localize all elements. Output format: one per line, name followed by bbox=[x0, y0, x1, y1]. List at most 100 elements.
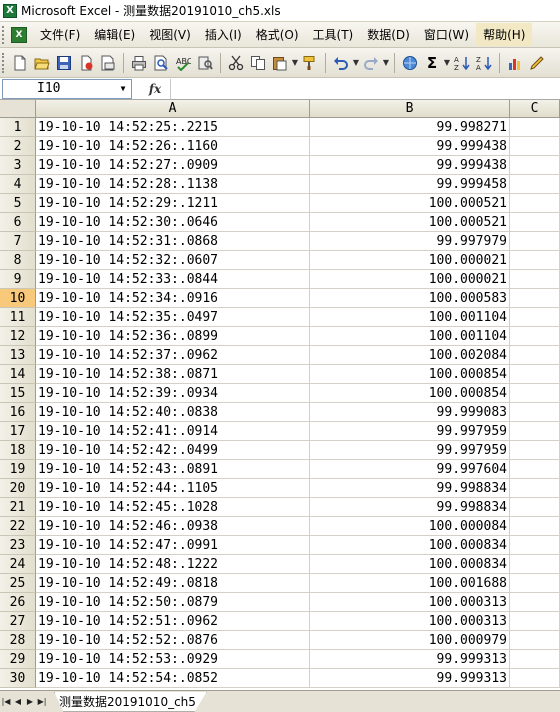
row-header[interactable]: 12 bbox=[0, 327, 36, 346]
cell-a[interactable]: 19-10-10 14:52:34:.0916 bbox=[36, 289, 310, 308]
cell-b[interactable]: 100.000854 bbox=[310, 384, 510, 403]
cell-c[interactable] bbox=[510, 384, 560, 403]
cell-b[interactable]: 99.999438 bbox=[310, 156, 510, 175]
cell-a[interactable]: 19-10-10 14:52:40:.0838 bbox=[36, 403, 310, 422]
cell-b[interactable]: 99.997959 bbox=[310, 422, 510, 441]
print-preview-icon[interactable] bbox=[151, 53, 171, 73]
row-header[interactable]: 23 bbox=[0, 536, 36, 555]
row-header[interactable]: 29 bbox=[0, 650, 36, 669]
new-icon[interactable] bbox=[10, 53, 30, 73]
cell-a[interactable]: 19-10-10 14:52:41:.0914 bbox=[36, 422, 310, 441]
cell-c[interactable] bbox=[510, 289, 560, 308]
menu-file[interactable]: 文件(F) bbox=[33, 23, 87, 46]
cell-b[interactable]: 100.000313 bbox=[310, 593, 510, 612]
row-header[interactable]: 15 bbox=[0, 384, 36, 403]
row-header[interactable]: 16 bbox=[0, 403, 36, 422]
row-header[interactable]: 24 bbox=[0, 555, 36, 574]
undo-icon[interactable] bbox=[331, 53, 351, 73]
row-header[interactable]: 14 bbox=[0, 365, 36, 384]
cell-c[interactable] bbox=[510, 460, 560, 479]
cell-b[interactable]: 100.002084 bbox=[310, 346, 510, 365]
cell-b[interactable]: 100.000583 bbox=[310, 289, 510, 308]
undo-dropdown-icon[interactable]: ▼ bbox=[352, 58, 360, 67]
cut-icon[interactable] bbox=[226, 53, 246, 73]
cell-a[interactable]: 19-10-10 14:52:33:.0844 bbox=[36, 270, 310, 289]
cell-b[interactable]: 100.000834 bbox=[310, 536, 510, 555]
cell-b[interactable]: 100.000313 bbox=[310, 612, 510, 631]
row-header[interactable]: 6 bbox=[0, 213, 36, 232]
cell-b[interactable]: 100.001104 bbox=[310, 308, 510, 327]
cell-a[interactable]: 19-10-10 14:52:45:.1028 bbox=[36, 498, 310, 517]
last-sheet-icon[interactable]: ▶| bbox=[36, 694, 48, 710]
cell-a[interactable]: 19-10-10 14:52:47:.0991 bbox=[36, 536, 310, 555]
cell-c[interactable] bbox=[510, 650, 560, 669]
print-icon[interactable] bbox=[129, 53, 149, 73]
row-header[interactable]: 2 bbox=[0, 137, 36, 156]
menu-view[interactable]: 视图(V) bbox=[142, 23, 198, 46]
cell-b[interactable]: 99.999438 bbox=[310, 137, 510, 156]
cell-b[interactable]: 100.000021 bbox=[310, 251, 510, 270]
insert-function-icon[interactable]: fx bbox=[140, 79, 170, 99]
cell-a[interactable]: 19-10-10 14:52:32:.0607 bbox=[36, 251, 310, 270]
menu-window[interactable]: 窗口(W) bbox=[417, 23, 476, 46]
cell-b[interactable]: 99.998271 bbox=[310, 118, 510, 137]
cell-b[interactable]: 99.999083 bbox=[310, 403, 510, 422]
row-header[interactable]: 8 bbox=[0, 251, 36, 270]
cell-a[interactable]: 19-10-10 14:52:44:.1105 bbox=[36, 479, 310, 498]
row-header[interactable]: 10 bbox=[0, 289, 36, 308]
cell-b[interactable]: 100.000084 bbox=[310, 517, 510, 536]
row-header[interactable]: 9 bbox=[0, 270, 36, 289]
cell-a[interactable]: 19-10-10 14:52:42:.0499 bbox=[36, 441, 310, 460]
cell-c[interactable] bbox=[510, 593, 560, 612]
cell-c[interactable] bbox=[510, 669, 560, 688]
cell-c[interactable] bbox=[510, 194, 560, 213]
paste-dropdown-icon[interactable]: ▼ bbox=[291, 58, 299, 67]
cell-b[interactable]: 100.000521 bbox=[310, 213, 510, 232]
cell-c[interactable] bbox=[510, 403, 560, 422]
menu-grip-icon[interactable] bbox=[2, 25, 8, 44]
cell-b[interactable]: 99.998834 bbox=[310, 498, 510, 517]
cell-c[interactable] bbox=[510, 270, 560, 289]
row-header[interactable]: 13 bbox=[0, 346, 36, 365]
save-icon[interactable] bbox=[54, 53, 74, 73]
cell-b[interactable]: 100.000854 bbox=[310, 365, 510, 384]
select-all-corner[interactable] bbox=[0, 100, 36, 118]
row-header[interactable]: 18 bbox=[0, 441, 36, 460]
cell-a[interactable]: 19-10-10 14:52:52:.0876 bbox=[36, 631, 310, 650]
cell-a[interactable]: 19-10-10 14:52:26:.1160 bbox=[36, 137, 310, 156]
cell-c[interactable] bbox=[510, 118, 560, 137]
cell-c[interactable] bbox=[510, 536, 560, 555]
menu-edit[interactable]: 编辑(E) bbox=[87, 23, 142, 46]
cell-c[interactable] bbox=[510, 346, 560, 365]
cell-c[interactable] bbox=[510, 631, 560, 650]
cell-c[interactable] bbox=[510, 612, 560, 631]
cell-c[interactable] bbox=[510, 156, 560, 175]
cell-a[interactable]: 19-10-10 14:52:35:.0497 bbox=[36, 308, 310, 327]
cell-c[interactable] bbox=[510, 175, 560, 194]
cell-b[interactable]: 99.998834 bbox=[310, 479, 510, 498]
cell-a[interactable]: 19-10-10 14:52:29:.1211 bbox=[36, 194, 310, 213]
row-header[interactable]: 27 bbox=[0, 612, 36, 631]
autosum-icon[interactable]: Σ bbox=[422, 53, 442, 73]
research-icon[interactable] bbox=[195, 53, 215, 73]
cell-a[interactable]: 19-10-10 14:52:51:.0962 bbox=[36, 612, 310, 631]
sheet-tab[interactable]: 测量数据20191010_ch5 bbox=[54, 691, 207, 712]
cell-c[interactable] bbox=[510, 327, 560, 346]
cell-b[interactable]: 99.999313 bbox=[310, 650, 510, 669]
cell-a[interactable]: 19-10-10 14:52:28:.1138 bbox=[36, 175, 310, 194]
cell-b[interactable]: 100.000979 bbox=[310, 631, 510, 650]
name-box[interactable]: I10 ▼ bbox=[2, 78, 132, 99]
email-icon[interactable] bbox=[98, 53, 118, 73]
redo-dropdown-icon[interactable]: ▼ bbox=[382, 58, 390, 67]
cell-c[interactable] bbox=[510, 308, 560, 327]
drawing-icon[interactable] bbox=[527, 53, 547, 73]
cell-a[interactable]: 19-10-10 14:52:53:.0929 bbox=[36, 650, 310, 669]
column-header-a[interactable]: A bbox=[36, 100, 310, 118]
paste-icon[interactable] bbox=[270, 53, 290, 73]
cell-a[interactable]: 19-10-10 14:52:48:.1222 bbox=[36, 555, 310, 574]
row-header[interactable]: 7 bbox=[0, 232, 36, 251]
cell-c[interactable] bbox=[510, 365, 560, 384]
cell-a[interactable]: 19-10-10 14:52:38:.0871 bbox=[36, 365, 310, 384]
row-header[interactable]: 17 bbox=[0, 422, 36, 441]
cell-c[interactable] bbox=[510, 422, 560, 441]
